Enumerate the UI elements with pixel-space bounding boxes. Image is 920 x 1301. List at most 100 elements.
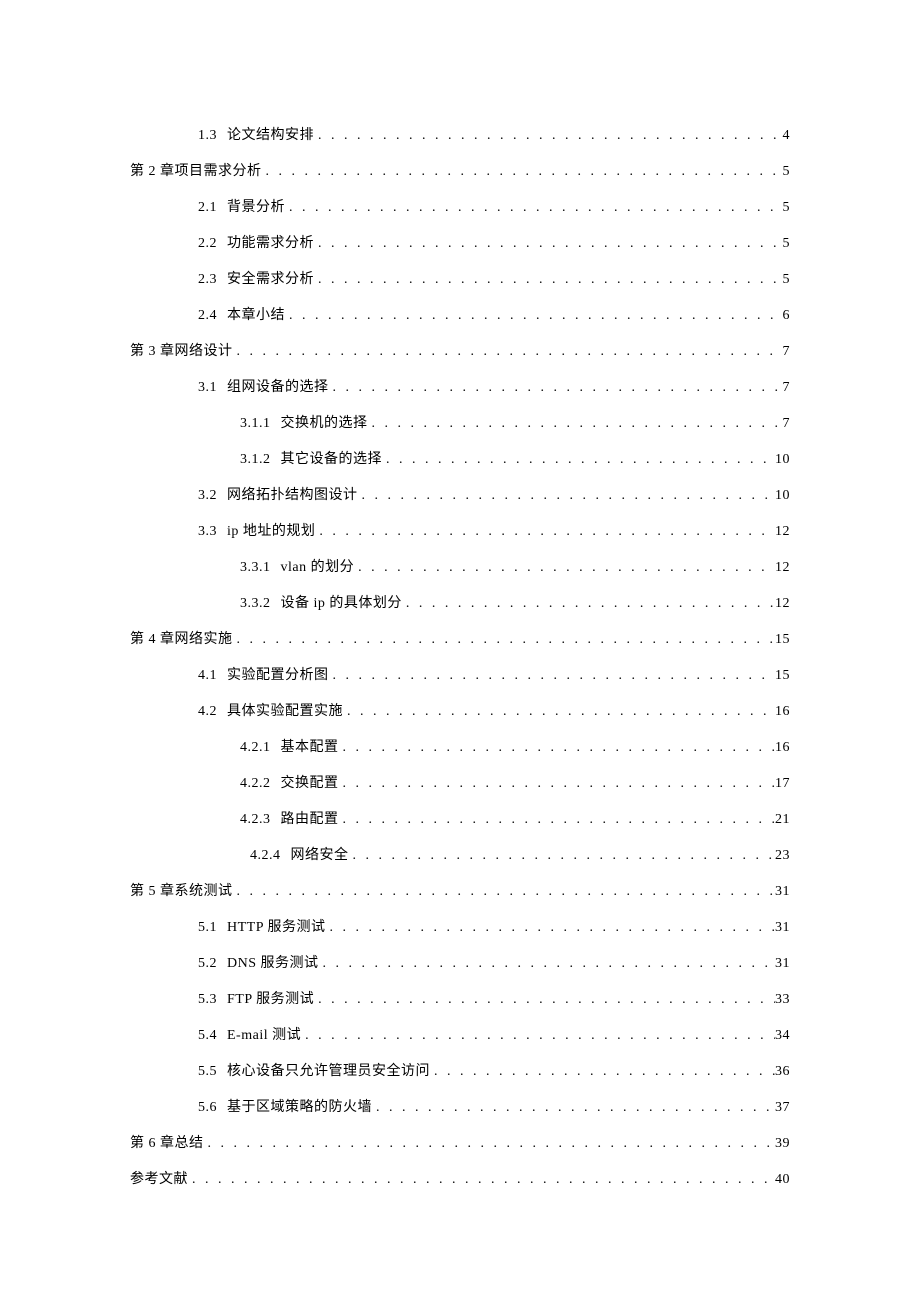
toc-title: 组网设备的选择 xyxy=(227,370,329,406)
toc-title: ip 地址的规划 xyxy=(227,514,315,550)
toc-leader-dots xyxy=(349,838,776,874)
toc-page-number: 31 xyxy=(775,910,790,946)
toc-title: 网络实施 xyxy=(175,622,233,658)
toc-title: E-mail 测试 xyxy=(227,1018,301,1054)
toc-page-number: 36 xyxy=(775,1054,790,1090)
toc-entry: 5.1 HTTP 服务测试 31 xyxy=(130,910,790,946)
toc-number: 5.4 xyxy=(198,1018,217,1054)
toc-entry: 3.3.1 vlan 的划分 12 xyxy=(130,550,790,586)
toc-entry: 5.2 DNS 服务测试 31 xyxy=(130,946,790,982)
toc-page-number: 5 xyxy=(783,226,791,262)
toc-page-number: 17 xyxy=(775,766,790,802)
toc-number: 第 5 章 xyxy=(130,874,175,910)
toc-page-number: 6 xyxy=(783,298,791,334)
toc-number: 2.4 xyxy=(198,298,217,334)
toc-page-number: 10 xyxy=(775,442,790,478)
toc-title: 核心设备只允许管理员安全访问 xyxy=(227,1054,430,1090)
toc-page-number: 31 xyxy=(775,874,790,910)
toc-page-number: 5 xyxy=(783,262,791,298)
toc-leader-dots xyxy=(204,1126,776,1162)
toc-number: 4.2.4 xyxy=(250,838,281,874)
toc-title: 本章小结 xyxy=(227,298,285,334)
toc-leader-dots xyxy=(339,766,776,802)
toc-leader-dots xyxy=(314,262,783,298)
toc-leader-dots xyxy=(233,874,776,910)
toc-number: 2.2 xyxy=(198,226,217,262)
toc-number: 4.1 xyxy=(198,658,217,694)
toc-number: 3.1.2 xyxy=(240,442,271,478)
toc-title: 网络设计 xyxy=(175,334,233,370)
toc-number: 4.2.2 xyxy=(240,766,271,802)
toc-title: 参考文献 xyxy=(130,1162,188,1198)
toc-title: 论文结构安排 xyxy=(227,118,314,154)
toc-title: 基于区域策略的防火墙 xyxy=(227,1090,372,1126)
toc-number: 第 2 章 xyxy=(130,154,175,190)
toc-leader-dots xyxy=(382,442,775,478)
toc-entry: 第 3 章 网络设计 7 xyxy=(130,334,790,370)
toc-page-number: 7 xyxy=(783,334,791,370)
toc-entry: 3.1.1 交换机的选择 7 xyxy=(130,406,790,442)
toc-entry: 4.2.4 网络安全 23 xyxy=(130,838,790,874)
toc-number: 第 6 章 xyxy=(130,1126,175,1162)
toc-leader-dots xyxy=(262,154,783,190)
toc-page-number: 37 xyxy=(775,1090,790,1126)
toc-number: 5.1 xyxy=(198,910,217,946)
toc-leader-dots xyxy=(233,334,783,370)
toc-entry: 第 4 章 网络实施 15 xyxy=(130,622,790,658)
toc-leader-dots xyxy=(314,118,783,154)
toc-entry: 1.3 论文结构安排 4 xyxy=(130,118,790,154)
toc-page-number: 15 xyxy=(775,658,790,694)
toc-leader-dots xyxy=(329,658,776,694)
toc-number: 5.5 xyxy=(198,1054,217,1090)
toc-title: DNS 服务测试 xyxy=(227,946,319,982)
toc-number: 3.3.1 xyxy=(240,550,271,586)
toc-page-number: 12 xyxy=(775,586,790,622)
toc-leader-dots xyxy=(233,622,776,658)
toc-entry: 4.2.1 基本配置 16 xyxy=(130,730,790,766)
toc-title: 具体实验配置实施 xyxy=(227,694,343,730)
toc-entry: 5.6 基于区域策略的防火墙 37 xyxy=(130,1090,790,1126)
toc-entry: 3.2 网络拓扑结构图设计 10 xyxy=(130,478,790,514)
toc-title: 实验配置分析图 xyxy=(227,658,329,694)
toc-title: 其它设备的选择 xyxy=(281,442,383,478)
toc-title: 基本配置 xyxy=(281,730,339,766)
toc-leader-dots xyxy=(285,298,783,334)
toc-title: FTP 服务测试 xyxy=(227,982,314,1018)
toc-leader-dots xyxy=(314,982,775,1018)
toc-page-number: 34 xyxy=(775,1018,790,1054)
toc-leader-dots xyxy=(358,478,776,514)
table-of-contents: 1.3 论文结构安排 4 第 2 章 项目需求分析 5 2.1 背景分析 5 2… xyxy=(0,0,920,1301)
toc-page-number: 21 xyxy=(775,802,790,838)
toc-entry: 3.3.2 设备 ip 的具体划分 12 xyxy=(130,586,790,622)
toc-entry: 4.2.2 交换配置 17 xyxy=(130,766,790,802)
toc-number: 4.2 xyxy=(198,694,217,730)
toc-entry: 参考文献 40 xyxy=(130,1162,790,1198)
toc-page-number: 15 xyxy=(775,622,790,658)
toc-leader-dots xyxy=(368,406,783,442)
toc-page-number: 5 xyxy=(783,190,791,226)
toc-number: 2.3 xyxy=(198,262,217,298)
toc-number: 1.3 xyxy=(198,118,217,154)
toc-page-number: 10 xyxy=(775,478,790,514)
toc-entry: 4.1 实验配置分析图 15 xyxy=(130,658,790,694)
toc-entry: 3.3 ip 地址的规划 12 xyxy=(130,514,790,550)
toc-title: 背景分析 xyxy=(227,190,285,226)
toc-leader-dots xyxy=(339,730,776,766)
toc-title: vlan 的划分 xyxy=(281,550,355,586)
toc-title: 路由配置 xyxy=(281,802,339,838)
toc-number: 3.3.2 xyxy=(240,586,271,622)
toc-entry: 2.3 安全需求分析 5 xyxy=(130,262,790,298)
toc-title: HTTP 服务测试 xyxy=(227,910,325,946)
toc-entry: 2.1 背景分析 5 xyxy=(130,190,790,226)
toc-number: 第 4 章 xyxy=(130,622,175,658)
toc-entry: 第 5 章 系统测试 31 xyxy=(130,874,790,910)
toc-page-number: 12 xyxy=(775,514,790,550)
toc-entry: 5.5 核心设备只允许管理员安全访问 36 xyxy=(130,1054,790,1090)
toc-number: 5.3 xyxy=(198,982,217,1018)
toc-leader-dots xyxy=(315,514,775,550)
toc-title: 总结 xyxy=(175,1126,204,1162)
toc-entry: 5.4 E-mail 测试 34 xyxy=(130,1018,790,1054)
toc-number: 3.1.1 xyxy=(240,406,271,442)
toc-entry: 3.1.2 其它设备的选择 10 xyxy=(130,442,790,478)
toc-number: 2.1 xyxy=(198,190,217,226)
